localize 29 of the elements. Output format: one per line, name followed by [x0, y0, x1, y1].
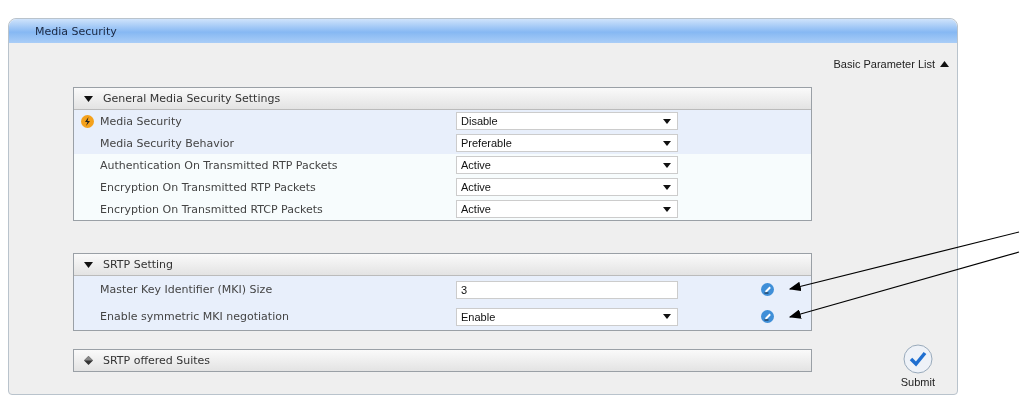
dropdown[interactable]: Active: [456, 156, 678, 174]
parameter-label: Media Security Behavior: [100, 136, 236, 150]
basic-parameter-list-toggle[interactable]: Basic Parameter List: [833, 58, 949, 70]
group-header[interactable]: SRTP offered Suites: [74, 350, 811, 371]
triangle-up-icon: [940, 61, 949, 67]
dropdown[interactable]: Enable: [456, 307, 678, 326]
dropdown[interactable]: Disable: [456, 112, 678, 130]
dropdown-caret-icon: [663, 206, 671, 212]
dropdown-caret-icon: [663, 118, 671, 124]
dropdown-caret-icon: [663, 184, 671, 190]
triangle-down-icon: [84, 95, 93, 102]
parameter-label: Encryption On Transmitted RTCP Packets: [100, 202, 324, 216]
input-field[interactable]: 3: [456, 280, 678, 299]
dropdown-caret-icon: [663, 314, 671, 319]
parameter-label: Enable symmetric MKI negotiation: [100, 310, 290, 323]
dropdown-caret-icon: [663, 162, 671, 168]
parameter-label: Media Security: [100, 114, 183, 128]
panel-title: Media Security: [9, 19, 957, 43]
parameter-label: Encryption On Transmitted RTP Packets: [100, 180, 317, 194]
group-header[interactable]: SRTP Setting: [74, 254, 811, 276]
triangle-down-icon: [84, 261, 93, 268]
diamond-icon: [84, 356, 93, 365]
dropdown[interactable]: Active: [456, 200, 678, 218]
dropdown-caret-icon: [663, 140, 671, 146]
dropdown[interactable]: Preferable: [456, 134, 678, 152]
dropdown[interactable]: Active: [456, 178, 678, 196]
parameter-label: Authentication On Transmitted RTP Packets: [100, 158, 339, 172]
parameter-label: Master Key Identifier (MKI) Size: [100, 283, 274, 296]
group-header[interactable]: General Media Security Settings: [74, 88, 811, 110]
